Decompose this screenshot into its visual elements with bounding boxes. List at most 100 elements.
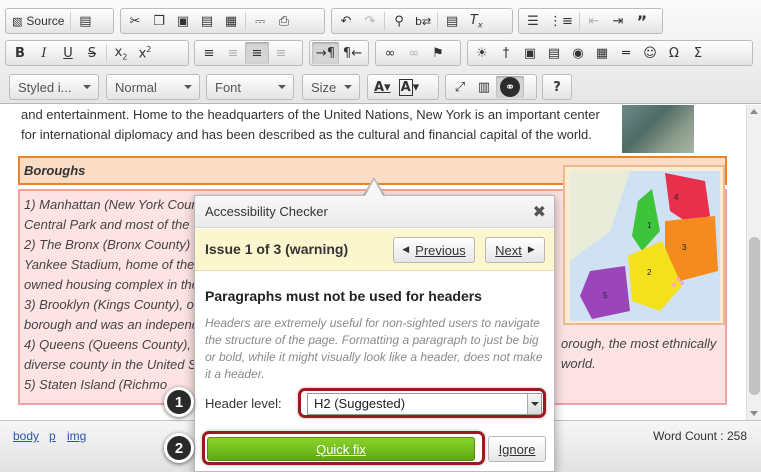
cut-button[interactable]: ✂: [123, 10, 147, 32]
bg-color-button[interactable]: A ▾: [395, 76, 424, 98]
vertical-scrollbar[interactable]: [746, 105, 761, 420]
table-button[interactable]: ▦: [590, 42, 614, 64]
issue-description: Headers are extremely useful for non-sig…: [205, 316, 543, 381]
ltr-button[interactable]: →¶: [312, 42, 339, 64]
indent-button[interactable]: ⇥: [606, 10, 630, 32]
copy-button[interactable]: ❐: [147, 10, 171, 32]
outdent-icon: ⇤: [588, 13, 600, 29]
italic-button[interactable]: I: [32, 42, 56, 64]
redo-button[interactable]: ↷: [358, 10, 382, 32]
borough-map-image[interactable]: 1 2 3 4 5: [570, 171, 720, 321]
blockquote-button[interactable]: ”: [630, 10, 654, 32]
callout-marker-1: 1: [164, 387, 194, 417]
undo-button[interactable]: ↶: [334, 10, 358, 32]
toolbar-separator: [245, 12, 246, 30]
justify-icon: ≡: [275, 45, 287, 61]
previous-button[interactable]: ◀ Previous: [393, 237, 475, 263]
paste-word-button[interactable]: ▦: [219, 10, 243, 32]
strike-button[interactable]: S: [80, 42, 104, 64]
align-left-button[interactable]: ≡: [197, 42, 221, 64]
quote-icon: ”: [636, 11, 648, 31]
styles-dropdown[interactable]: Styled i...: [9, 74, 99, 100]
sigma-icon: Σ: [693, 45, 703, 61]
text-color-button[interactable]: A▾: [370, 76, 395, 98]
pin-button[interactable]: †: [494, 42, 518, 64]
templates-button[interactable]: ▤: [73, 10, 97, 32]
toolbar-group-colors: A▾ A ▾: [367, 74, 439, 100]
anchor-button[interactable]: ⚑: [426, 42, 450, 64]
next-button[interactable]: Next ▶: [485, 237, 545, 263]
horizontal-rule-button[interactable]: ═: [614, 42, 638, 64]
sigma-button[interactable]: Σ: [686, 42, 710, 64]
toolbar-group-paragraph: ☰ ⋮≡ ⇤ ⇥ ”: [518, 8, 663, 34]
outdent-button[interactable]: ⇤: [582, 10, 606, 32]
close-icon[interactable]: ✖: [533, 202, 546, 221]
special-char-button[interactable]: Ω: [662, 42, 686, 64]
preview-icon: ⎓: [254, 13, 266, 29]
scroll-up-icon[interactable]: [750, 109, 758, 114]
print-button[interactable]: ⎙: [272, 10, 296, 32]
paste-text-button[interactable]: ▤: [195, 10, 219, 32]
flag-icon: ⚑: [432, 45, 444, 61]
remove-format-button[interactable]: Tx: [464, 10, 488, 32]
preview-button[interactable]: ⎓: [248, 10, 272, 32]
find-button[interactable]: ⚲: [387, 10, 411, 32]
toolbar-separator: [578, 12, 580, 30]
justify-button[interactable]: ≡: [269, 42, 293, 64]
breadcrumb-img[interactable]: img: [67, 429, 86, 443]
align-center-button[interactable]: ≡: [221, 42, 245, 64]
question-icon: ?: [553, 79, 561, 95]
map-label: 3: [682, 243, 687, 252]
toolbar-group-insert: ☀ † ▣ ▤ ◉ ▦ ═ ☺ Ω Σ: [467, 40, 753, 66]
align-right-button[interactable]: ≡: [245, 42, 269, 64]
align-center-icon: ≡: [227, 45, 239, 61]
text-direction-ltr-icon: →¶: [315, 45, 336, 61]
paste-button[interactable]: ▣: [171, 10, 195, 32]
clear-format-icon: Tx: [469, 12, 483, 30]
accessibility-button[interactable]: ☀: [470, 42, 494, 64]
underline-button[interactable]: U: [56, 42, 80, 64]
flash-button[interactable]: ▤: [542, 42, 566, 64]
maximize-button[interactable]: ⤢: [448, 76, 472, 98]
image-button[interactable]: ▣: [518, 42, 542, 64]
bulleted-list-button[interactable]: ⋮≡: [545, 10, 577, 32]
subscript-button[interactable]: x2: [109, 42, 133, 64]
ignore-button[interactable]: Ignore: [488, 436, 546, 462]
select-all-button[interactable]: ▤: [440, 10, 464, 32]
numbered-list-button[interactable]: ☰: [521, 10, 545, 32]
replace-button[interactable]: b⇄: [411, 10, 435, 32]
rtl-button[interactable]: ¶←: [339, 42, 366, 64]
unlink-icon: ∞: [408, 45, 420, 61]
callout-marker-2: 2: [164, 433, 194, 463]
background-color-icon: A: [398, 78, 413, 96]
text-color-icon: A▾: [374, 79, 391, 95]
bold-icon: B: [15, 45, 25, 61]
source-button[interactable]: ▧ Source: [8, 10, 68, 32]
printer-icon: ⎙: [278, 13, 290, 29]
link-button[interactable]: ∞: [378, 42, 402, 64]
smiley-button[interactable]: ☺: [638, 42, 662, 64]
chevron-down-icon: [278, 85, 286, 89]
superscript-button[interactable]: x2: [133, 42, 157, 64]
dialog-titlebar[interactable]: Accessibility Checker ✖: [195, 196, 554, 228]
help-button[interactable]: ?: [545, 76, 569, 98]
show-blocks-button[interactable]: ▥: [472, 76, 496, 98]
accessibility-checker-button[interactable]: ⚭: [496, 76, 524, 98]
scroll-down-icon[interactable]: [750, 411, 758, 416]
breadcrumb-p[interactable]: p: [49, 429, 56, 443]
maximize-icon: ⤢: [454, 79, 466, 95]
align-left-icon: ≡: [203, 45, 215, 61]
bold-button[interactable]: B: [8, 42, 32, 64]
breadcrumb-body[interactable]: body: [13, 429, 39, 443]
font-dropdown[interactable]: Font: [206, 74, 294, 100]
search-icon: ⚲: [394, 13, 404, 29]
map-label: 1: [647, 221, 652, 230]
special-button[interactable]: ◉: [566, 42, 590, 64]
toolbar-separator: [70, 12, 72, 30]
format-dropdown[interactable]: Normal: [106, 74, 200, 100]
unlink-button[interactable]: ∞: [402, 42, 426, 64]
toolbar-separator: [106, 44, 107, 62]
scrollbar-thumb[interactable]: [749, 237, 760, 395]
size-dropdown[interactable]: Size: [302, 74, 360, 100]
compass-icon: ◉: [572, 45, 584, 61]
